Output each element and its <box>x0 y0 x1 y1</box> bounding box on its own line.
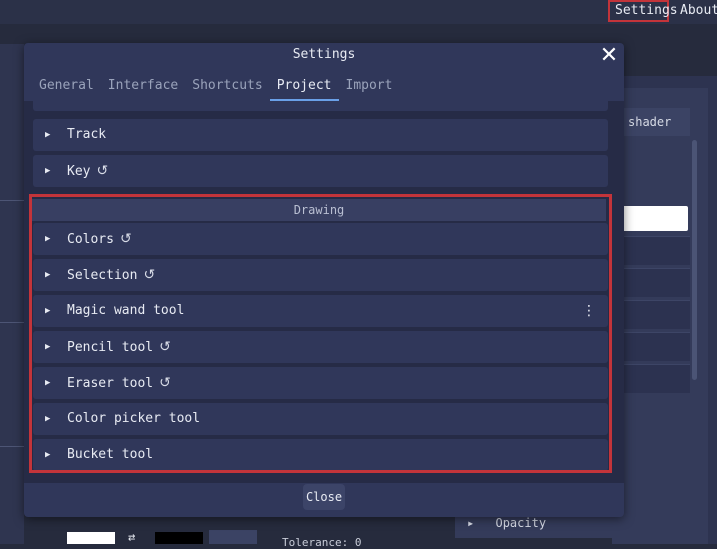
row-label: Colors <box>67 232 114 247</box>
left-panel <box>0 44 24 544</box>
expand-arrow-icon: ▶ <box>45 306 51 316</box>
expand-arrow-icon: ▶ <box>45 234 51 244</box>
settings-row-bucket[interactable]: ▶ Bucket tool <box>33 439 608 471</box>
tolerance-label: Tolerance: 0 <box>282 536 362 549</box>
revert-icon[interactable]: ↺ <box>143 259 155 291</box>
primary-color-swatch[interactable] <box>67 532 115 544</box>
tab-interface[interactable]: Interface <box>101 75 185 101</box>
expand-arrow-icon: ▶ <box>45 342 51 352</box>
settings-row-magic-wand[interactable]: ▶ Magic wand tool ⋮ <box>33 295 608 327</box>
more-options-icon[interactable]: ⋮ <box>582 295 596 327</box>
expand-arrow-icon: ▶ <box>45 130 51 140</box>
scrollbar[interactable] <box>692 140 697 380</box>
settings-row-selection[interactable]: ▶ Selection ↺ <box>33 259 608 291</box>
color-swatch[interactable] <box>622 206 688 231</box>
expand-arrow-icon: ▶ <box>45 414 51 424</box>
settings-row-color-picker[interactable]: ▶ Color picker tool <box>33 403 608 435</box>
shader-label: shader <box>622 108 690 136</box>
selection-mode-button[interactable] <box>209 530 257 544</box>
settings-row-eraser[interactable]: ▶ Eraser tool ↺ <box>33 367 608 399</box>
inspector-row <box>622 268 690 297</box>
settings-row-key[interactable]: ▶ Key ↺ <box>33 155 608 187</box>
revert-icon[interactable]: ↺ <box>159 331 171 363</box>
secondary-color-swatch[interactable] <box>155 532 203 544</box>
revert-icon[interactable]: ↺ <box>120 223 132 255</box>
settings-row-pencil[interactable]: ▶ Pencil tool ↺ <box>33 331 608 363</box>
close-button[interactable]: Close <box>303 484 345 510</box>
row-label: Selection <box>67 268 138 283</box>
menu-settings[interactable]: Settings <box>608 0 678 22</box>
settings-list: ▶ Track ▶ Key ↺ Drawing ▶ Colors ↺ ▶ Selec… <box>24 101 624 483</box>
inspector-row <box>622 236 690 265</box>
row-label: Color picker tool <box>67 411 201 426</box>
menu-about[interactable]: About <box>675 0 717 22</box>
row-label: Bucket tool <box>67 447 154 462</box>
settings-row-colors[interactable]: ▶ Colors ↺ <box>33 223 608 255</box>
revert-icon[interactable]: ↺ <box>96 155 108 187</box>
row-label: Key <box>67 164 91 179</box>
row-label: Magic wand tool <box>67 303 185 318</box>
section-header-drawing: Drawing <box>32 199 606 221</box>
swap-arrow-icon[interactable]: ⇄ <box>128 530 135 544</box>
tab-general[interactable]: General <box>32 75 101 101</box>
inspector-row <box>622 300 690 329</box>
dialog-title: Settings <box>292 47 356 62</box>
opacity-label: Opacity <box>495 516 547 530</box>
settings-row-track[interactable]: ▶ Track <box>33 119 608 151</box>
settings-row[interactable] <box>33 101 608 111</box>
inspector-row <box>622 332 690 361</box>
expand-arrow-icon: ▸ <box>467 516 475 530</box>
tab-import[interactable]: Import <box>339 75 400 101</box>
tab-project[interactable]: Project <box>269 75 339 101</box>
settings-dialog: Settings ✕ General Interface Shortcuts P… <box>24 43 624 517</box>
row-label: Eraser tool <box>67 376 154 391</box>
expand-arrow-icon: ▶ <box>45 450 51 460</box>
tab-bar: General Interface Shortcuts Project Impo… <box>32 75 399 101</box>
row-label: Track <box>67 127 107 142</box>
row-label: Pencil tool <box>67 340 154 355</box>
expand-arrow-icon: ▶ <box>45 378 51 388</box>
revert-icon[interactable]: ↺ <box>159 367 171 399</box>
expand-arrow-icon: ▶ <box>45 270 51 280</box>
close-icon[interactable]: ✕ <box>598 45 620 67</box>
tab-shortcuts[interactable]: Shortcuts <box>185 75 269 101</box>
expand-arrow-icon: ▶ <box>45 166 51 176</box>
inspector-row <box>622 364 690 393</box>
